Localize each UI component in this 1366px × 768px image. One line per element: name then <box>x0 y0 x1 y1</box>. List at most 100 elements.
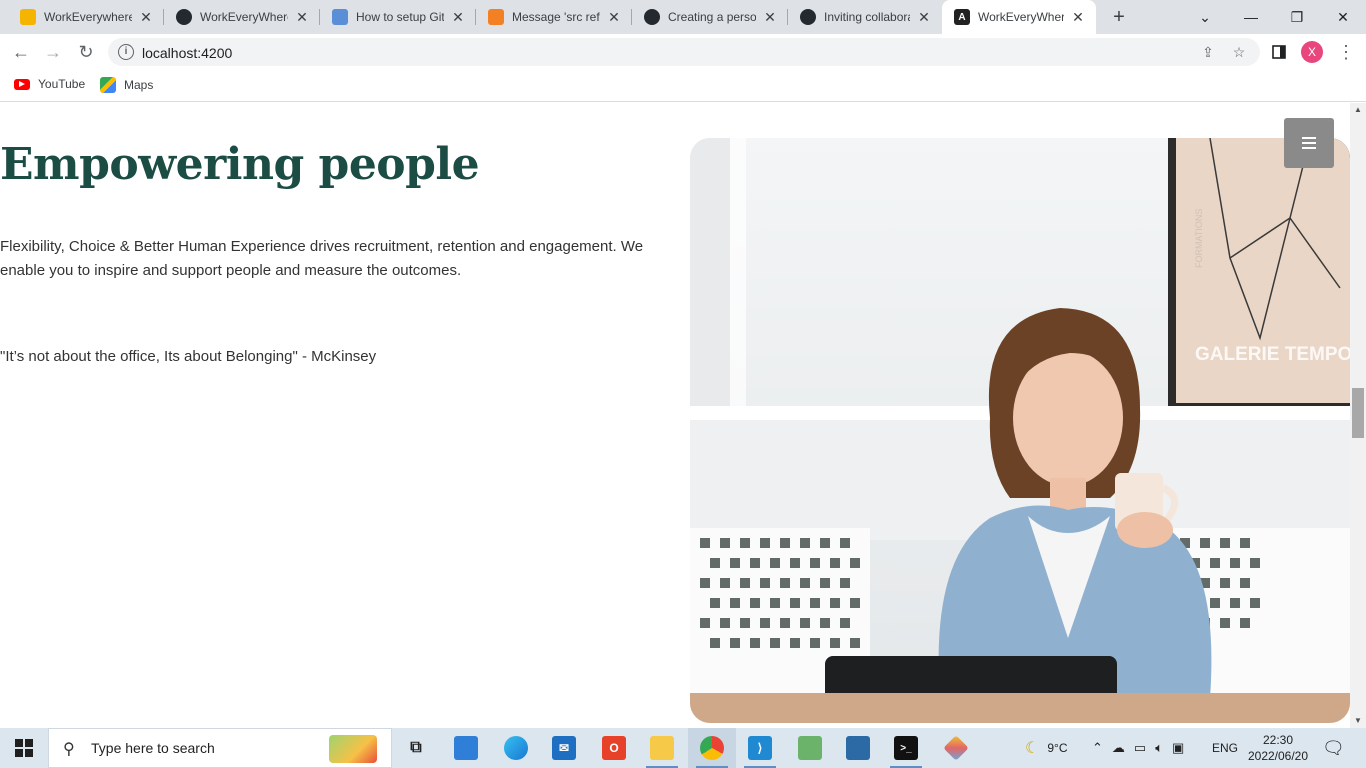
close-icon[interactable]: ✕ <box>606 9 622 26</box>
poster-text: GALERIE TEMPO <box>1195 344 1350 365</box>
taskbar-store[interactable] <box>442 728 490 768</box>
more-menu-icon[interactable]: ⋮ <box>1333 39 1359 65</box>
tab-3[interactable]: How to setup Git ✕ <box>320 0 476 34</box>
taskbar-office[interactable]: O <box>590 728 638 768</box>
tab-title: Inviting collabora <box>824 10 910 24</box>
weather-widget[interactable]: ☾ 9°C <box>1025 728 1067 768</box>
forward-icon[interactable]: → <box>40 39 66 65</box>
taskbar-vscode[interactable]: ⟩ <box>736 728 784 768</box>
tab-6[interactable]: Inviting collabora ✕ <box>788 0 942 34</box>
page-headline: Empowering people <box>0 139 480 190</box>
side-panel-icon[interactable] <box>1266 39 1292 65</box>
angular-icon: A <box>954 9 970 25</box>
github-icon <box>644 9 660 25</box>
chevron-up-icon[interactable]: ⌃ <box>1092 740 1103 756</box>
task-view-button[interactable]: ⧉ <box>392 728 440 768</box>
hamburger-menu-button[interactable] <box>1284 118 1334 168</box>
taskbar-mail[interactable]: ✉ <box>540 728 588 768</box>
task-view-icon: ⧉ <box>410 739 422 756</box>
tab-5[interactable]: Creating a person ✕ <box>632 0 788 34</box>
tab-title: WorkEveryWhere <box>978 10 1064 24</box>
language-text: ENG <box>1212 741 1239 755</box>
edge-icon <box>504 736 528 760</box>
close-icon[interactable]: ✕ <box>450 9 466 26</box>
scroll-down-arrow-icon[interactable]: ▼ <box>1350 714 1366 728</box>
taskbar-clock[interactable]: 22:30 2022/06/20 <box>1246 732 1310 764</box>
site-info-icon[interactable]: i <box>118 44 134 60</box>
bookmarks-bar: YouTube Maps <box>0 70 1366 102</box>
maps-icon <box>100 77 116 93</box>
taskbar-edge[interactable] <box>492 728 540 768</box>
notepad-icon <box>798 736 822 760</box>
taskbar-terminal[interactable]: >_ <box>882 728 930 768</box>
close-icon[interactable]: ✕ <box>138 9 154 26</box>
vscode-icon: ⟩ <box>748 736 772 760</box>
share-icon[interactable]: ⇪ <box>1199 43 1217 61</box>
photos-icon <box>846 736 870 760</box>
start-button[interactable] <box>0 728 48 768</box>
tab-search-icon[interactable]: ⌄ <box>1182 0 1228 34</box>
github-icon <box>800 9 816 25</box>
new-tab-button[interactable]: + <box>1108 6 1130 28</box>
system-tray: ⌃ ☁ ▭ 🔈︎ ▣ <box>1092 728 1184 768</box>
restore-button[interactable]: ❐ <box>1274 0 1320 34</box>
cloud-icon[interactable]: ☁ <box>1112 740 1125 756</box>
scroll-thumb[interactable] <box>1352 388 1364 438</box>
hero-photo: GALERIE TEMPO FORMATIONS <box>690 138 1350 723</box>
back-icon[interactable]: ← <box>8 39 34 65</box>
scroll-up-arrow-icon[interactable]: ▲ <box>1350 103 1366 117</box>
tab-2[interactable]: WorkEveryWhere ✕ <box>164 0 320 34</box>
tab-strip: WorkEverywhere ✕ WorkEveryWhere ✕ How to… <box>0 0 1366 34</box>
notifications-icon[interactable]: 🗨︎ <box>1322 728 1345 768</box>
menu-line-icon <box>1302 137 1316 139</box>
menu-line-icon <box>1302 147 1316 149</box>
blog-icon <box>332 9 348 25</box>
clock-time: 22:30 <box>1262 733 1294 747</box>
office-icon: O <box>602 736 626 760</box>
terminal-icon: >_ <box>894 736 918 760</box>
mail-icon: ✉ <box>552 736 576 760</box>
close-window-button[interactable]: ✕ <box>1320 0 1366 34</box>
bookmark-label: YouTube <box>38 77 86 91</box>
reload-icon[interactable]: ↻ <box>73 39 99 65</box>
moon-icon: ☾ <box>1025 740 1040 757</box>
bookmark-youtube[interactable]: YouTube <box>14 77 85 91</box>
browser-toolbar: ← → ↻ i localhost:4200 ⇪ ☆ X ⋮ <box>0 34 1366 70</box>
close-icon[interactable]: ✕ <box>762 9 778 26</box>
bookmark-maps[interactable]: Maps <box>100 77 153 93</box>
language-indicator[interactable]: ENG <box>1212 728 1238 768</box>
taskbar-chrome[interactable] <box>688 728 736 768</box>
menu-line-icon <box>1302 142 1316 144</box>
store-icon <box>454 736 478 760</box>
youtube-icon <box>14 78 30 90</box>
battery-icon[interactable]: ▭ <box>1134 740 1146 756</box>
tab-7-active[interactable]: A WorkEveryWhere ✕ <box>942 0 1096 34</box>
minimize-button[interactable]: — <box>1228 0 1274 34</box>
volume-icon[interactable]: 🔈︎ <box>1155 740 1163 756</box>
taskbar-photos[interactable] <box>834 728 882 768</box>
search-highlight-icon <box>329 735 377 763</box>
close-icon[interactable]: ✕ <box>916 9 932 26</box>
url-text[interactable]: localhost:4200 <box>142 45 232 61</box>
woman-with-coffee-illustration: GALERIE TEMPO FORMATIONS <box>690 138 1350 723</box>
close-icon[interactable]: ✕ <box>294 9 310 26</box>
page-scrollbar[interactable]: ▲ ▼ <box>1350 103 1366 728</box>
google-slides-icon <box>20 9 36 25</box>
close-icon[interactable]: ✕ <box>1070 9 1086 26</box>
taskbar-file-explorer[interactable] <box>638 728 686 768</box>
bookmark-star-icon[interactable]: ☆ <box>1230 43 1248 61</box>
taskbar-notepad[interactable] <box>786 728 834 768</box>
tab-title: Creating a person <box>668 10 756 24</box>
taskbar-search-box[interactable]: ⚲ Type here to search <box>48 728 392 768</box>
address-bar[interactable]: i localhost:4200 ⇪ ☆ <box>108 38 1260 66</box>
network-icon[interactable]: ▣ <box>1172 740 1184 756</box>
github-icon <box>176 9 192 25</box>
app-icon <box>943 735 969 761</box>
windows-taskbar: ⚲ Type here to search ⧉ ✉ O ⟩ >_ ☾ 9°C ⌃… <box>0 728 1366 768</box>
tab-4[interactable]: Message 'src refs ✕ <box>476 0 632 34</box>
taskbar-github-desktop[interactable] <box>932 728 980 768</box>
profile-avatar[interactable]: X <box>1301 41 1323 63</box>
bookmark-label: Maps <box>124 78 154 92</box>
page-viewport: Empowering people Flexibility, Choice & … <box>0 103 1350 728</box>
tab-1[interactable]: WorkEverywhere ✕ <box>8 0 164 34</box>
